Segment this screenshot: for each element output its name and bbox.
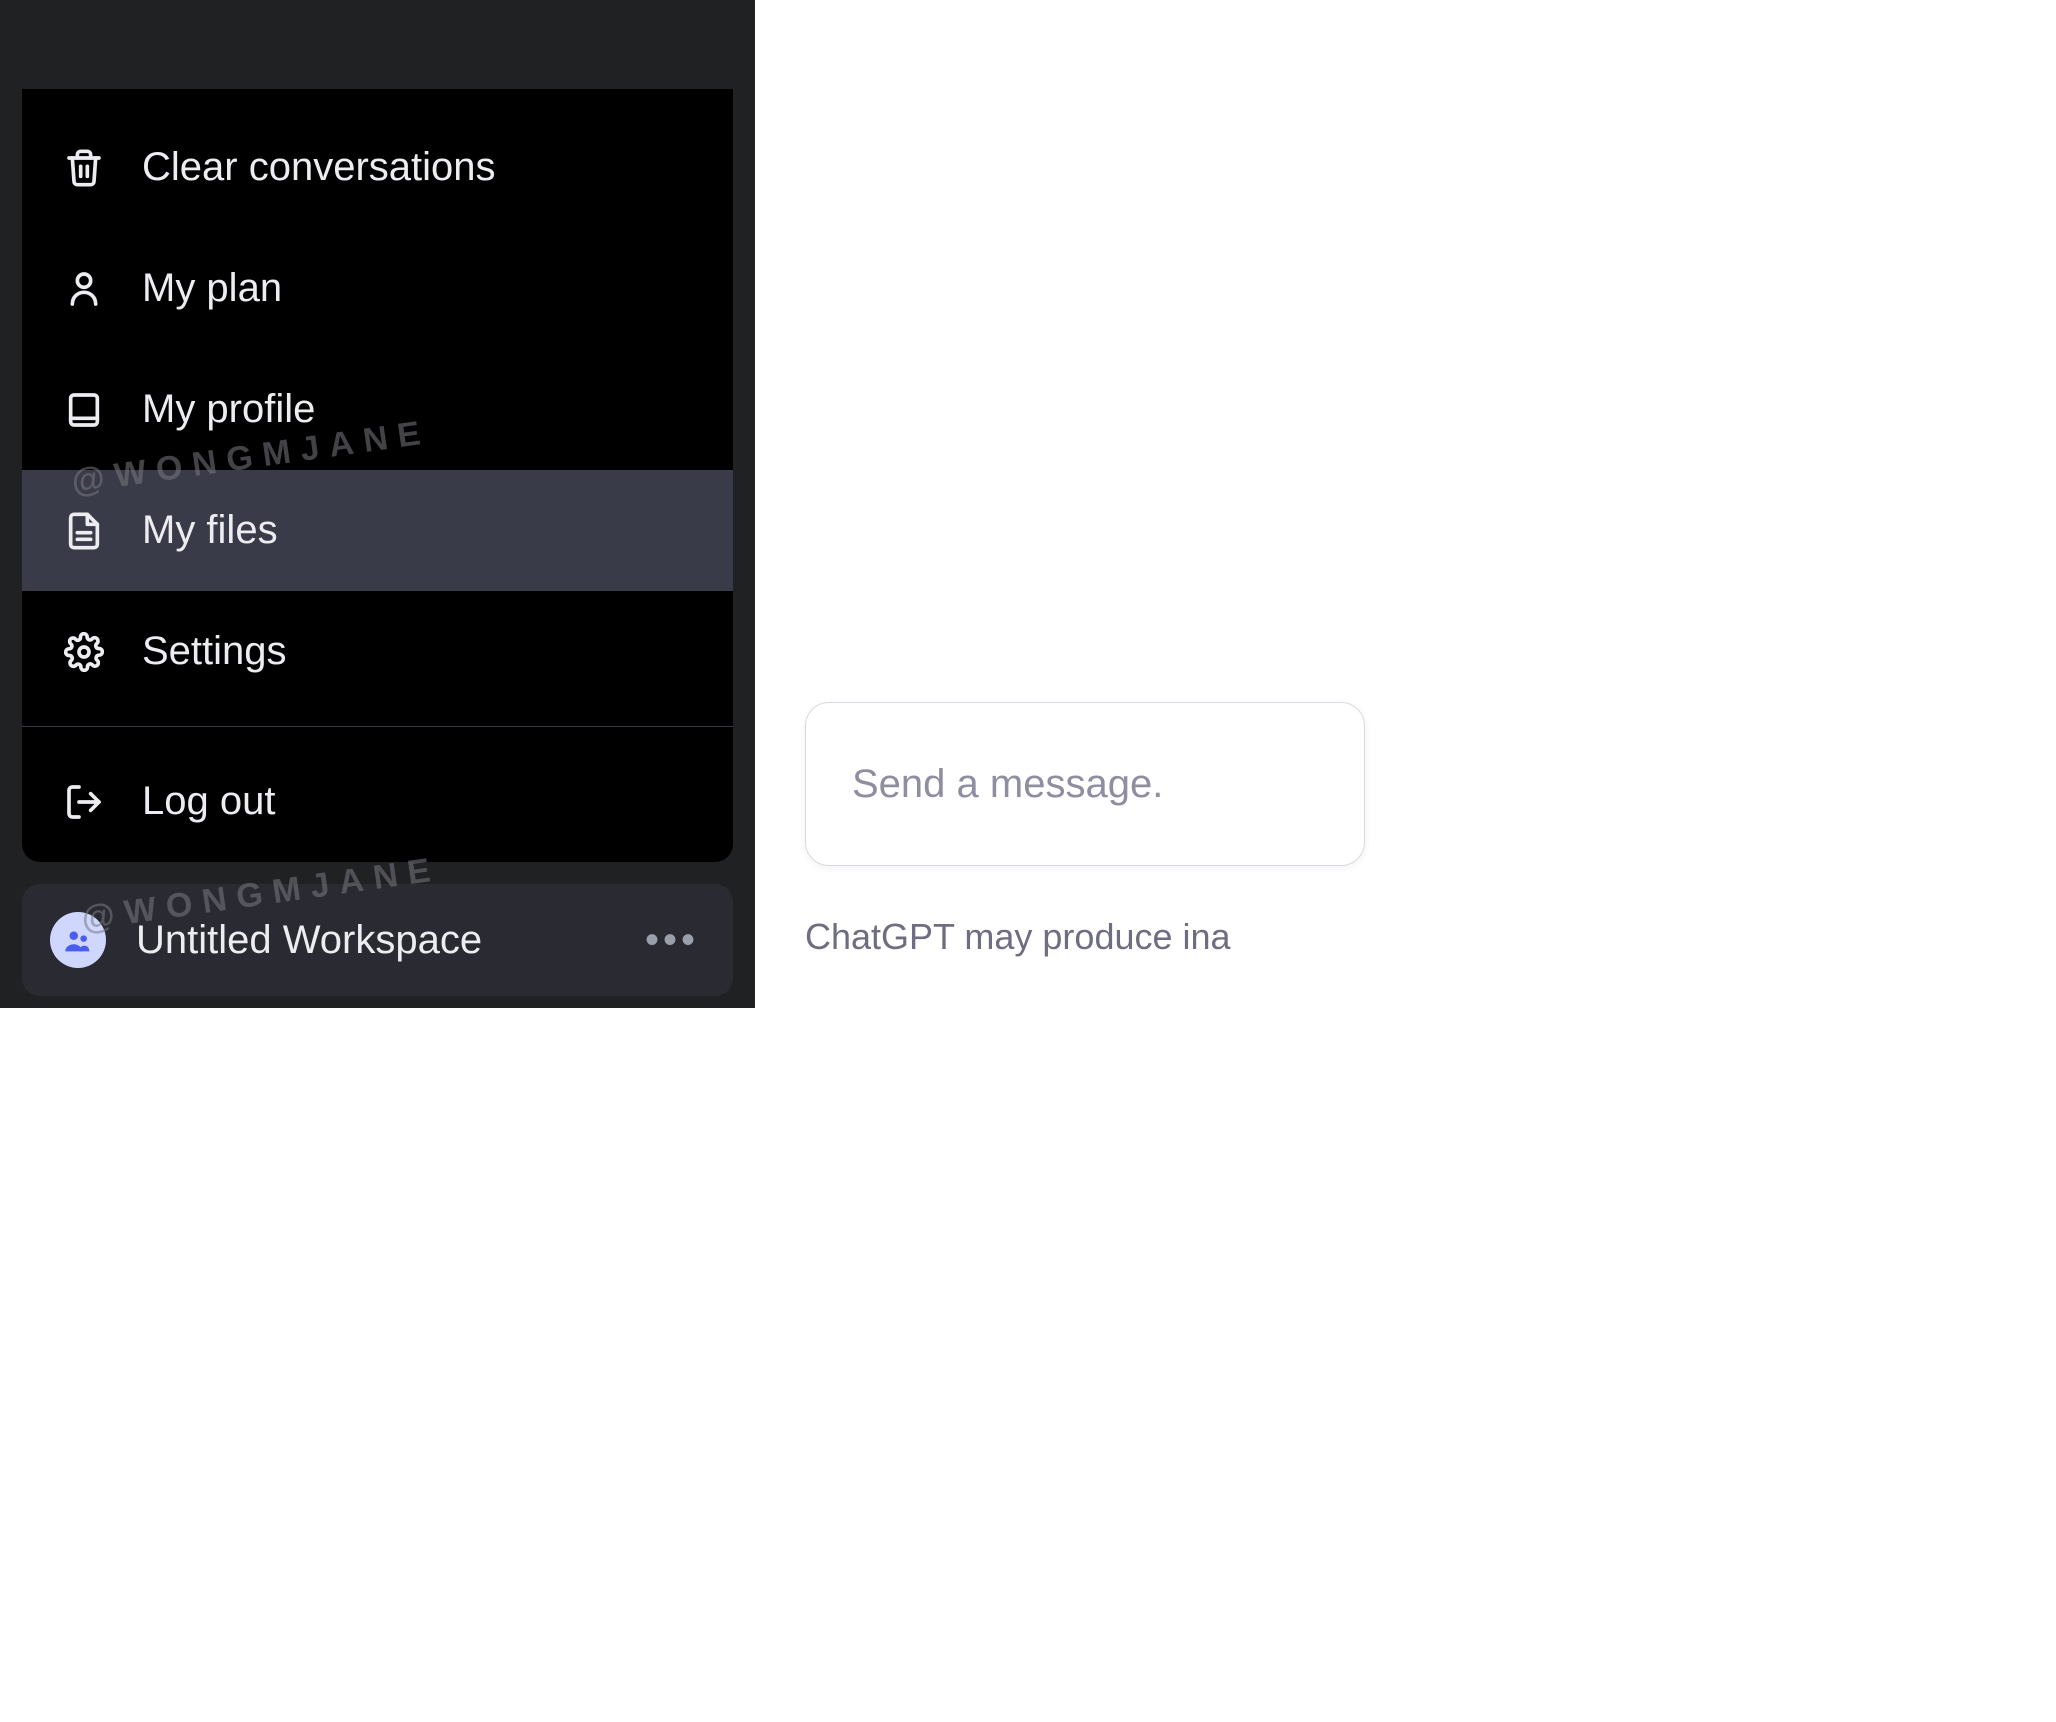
- workspace-label: Untitled Workspace: [136, 918, 615, 963]
- main-chat-area: Send a message. ChatGPT may produce ina: [755, 0, 1204, 1008]
- disclaimer-text: ChatGPT may produce ina: [805, 916, 1231, 958]
- workspace-switcher[interactable]: Untitled Workspace •••: [22, 884, 733, 996]
- sidebar-item-settings[interactable]: Settings: [22, 591, 733, 712]
- sidebar-item-label: My plan: [142, 266, 282, 311]
- trash-icon: [64, 148, 104, 188]
- file-icon: [64, 511, 104, 551]
- person-icon: [64, 269, 104, 309]
- sidebar-item-logout[interactable]: Log out: [22, 741, 733, 862]
- sidebar-item-label: Settings: [142, 629, 287, 674]
- sidebar: Clear conversations My plan My profile M…: [0, 0, 755, 1008]
- sidebar-item-my-files[interactable]: My files: [22, 470, 733, 591]
- logout-icon: [64, 782, 104, 822]
- sidebar-divider: [22, 726, 733, 727]
- gear-icon: [64, 632, 104, 672]
- message-placeholder: Send a message.: [852, 762, 1163, 807]
- sidebar-item-my-plan[interactable]: My plan: [22, 228, 733, 349]
- sidebar-item-label: Clear conversations: [142, 145, 496, 190]
- people-icon: [61, 923, 95, 957]
- sidebar-item-label: Log out: [142, 779, 275, 824]
- sidebar-menu: Clear conversations My plan My profile M…: [22, 89, 733, 862]
- sidebar-item-my-profile[interactable]: My profile: [22, 349, 733, 470]
- more-icon[interactable]: •••: [645, 918, 705, 963]
- sidebar-item-label: My profile: [142, 387, 315, 432]
- book-icon: [64, 390, 104, 430]
- sidebar-item-label: My files: [142, 508, 278, 553]
- sidebar-item-clear-conversations[interactable]: Clear conversations: [22, 107, 733, 228]
- message-input[interactable]: Send a message.: [805, 702, 1365, 866]
- workspace-avatar: [50, 912, 106, 968]
